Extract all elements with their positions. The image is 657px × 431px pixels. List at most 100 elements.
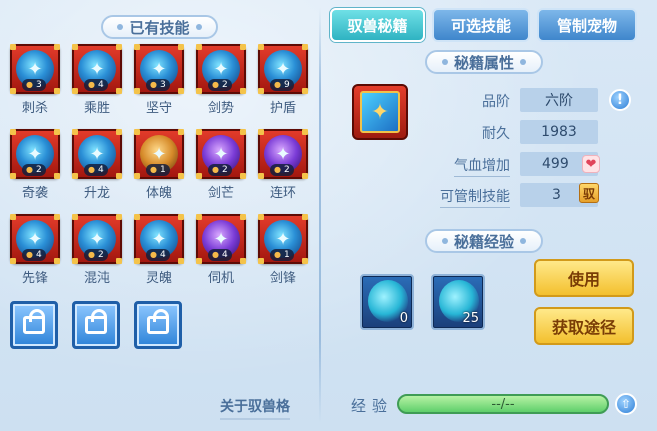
skill-label: 护盾	[269, 101, 296, 116]
frame-corner	[178, 258, 184, 264]
paw-icon: ●	[88, 80, 95, 89]
frame-corner	[196, 173, 202, 179]
experience-title: 秘籍经验	[425, 229, 543, 253]
frame-corner	[178, 129, 184, 135]
frame-corner	[134, 173, 140, 179]
skill-label: 灵魄	[145, 271, 172, 286]
tab-optional-skills[interactable]: 可选技能	[432, 8, 530, 42]
skill-item[interactable]: ✦ ● 2 剑势	[196, 44, 246, 116]
skill-frame: ✦ ● 4	[72, 129, 122, 179]
skill-frame: ✦ ● 3	[134, 44, 184, 94]
paw-icon: ●	[88, 165, 95, 174]
experience-title-text: 秘籍经验	[453, 232, 514, 251]
skill-count: 3	[35, 80, 42, 90]
skill-item[interactable]: ✦ ● 4 灵魄	[134, 214, 184, 286]
paw-icon: ●	[212, 250, 219, 259]
dot-icon	[441, 238, 448, 244]
skill-frame: ✦ ● 3	[10, 44, 60, 94]
skill-count: 1	[159, 165, 166, 175]
skill-item[interactable]: ✦ ● 4 先锋	[10, 214, 60, 286]
info-icon[interactable]: !	[609, 89, 631, 111]
dot-icon	[195, 24, 202, 30]
tab-managed-pets[interactable]: 管制宠物	[537, 8, 637, 42]
upgrade-arrow-icon[interactable]: ⇧	[615, 393, 637, 415]
skill-item[interactable]: ✦ ● 2 奇袭	[10, 129, 60, 201]
locked-slot[interactable]	[134, 301, 182, 349]
frame-corner	[178, 173, 184, 179]
frame-corner	[134, 88, 140, 94]
frame-corner	[116, 129, 122, 135]
skill-count: 3	[159, 80, 166, 90]
frame-corner	[178, 88, 184, 94]
book-emblem-icon: ✦	[360, 91, 400, 133]
skill-frame: ✦ ● 9	[258, 44, 308, 94]
skill-level-badge: ● 1	[146, 164, 170, 176]
frame-corner	[258, 173, 264, 179]
owned-skills-title-text: 已有技能	[129, 18, 190, 37]
grade-label: 品阶	[482, 94, 510, 110]
frame-corner	[240, 214, 246, 220]
skill-label: 伺机	[207, 271, 234, 286]
frame-corner	[258, 44, 264, 50]
frame-corner	[116, 88, 122, 94]
paw-icon: ●	[26, 165, 33, 174]
skill-level-badge: ● 2	[208, 164, 232, 176]
frame-corner	[240, 258, 246, 264]
skill-level-badge: ● 2	[270, 164, 294, 176]
heart-icon: ❤	[582, 155, 600, 173]
skill-label: 乘胜	[83, 101, 110, 116]
dot-icon	[441, 59, 448, 65]
exp-item-1[interactable]: 0	[360, 274, 414, 330]
frame-corner	[72, 173, 78, 179]
frame-corner	[72, 44, 78, 50]
skill-count: 9	[283, 80, 290, 90]
frame-corner	[302, 44, 308, 50]
hp-increase-label[interactable]: 气血增加	[410, 155, 510, 177]
frame-corner	[240, 88, 246, 94]
skill-item[interactable]: ✦ ● 4 乘胜	[72, 44, 122, 116]
locked-slot[interactable]	[10, 301, 58, 349]
obtain-button[interactable]: 获取途径	[534, 307, 634, 345]
exp-item-2-count: 25	[462, 311, 479, 326]
frame-corner	[302, 173, 308, 179]
use-button[interactable]: 使用	[534, 259, 634, 297]
skill-item[interactable]: ✦ ● 3 刺杀	[10, 44, 60, 116]
frame-corner	[302, 88, 308, 94]
about-link[interactable]: 关于驭兽格	[220, 396, 290, 420]
skill-count: 4	[221, 250, 228, 260]
skill-label: 剑芒	[207, 186, 234, 201]
skill-level-badge: ● 4	[146, 249, 170, 261]
frame-corner	[240, 44, 246, 50]
frame-corner	[116, 44, 122, 50]
skill-item[interactable]: ✦ ● 2 剑芒	[196, 129, 246, 201]
manageable-skills-label[interactable]: 可管制技能	[410, 186, 510, 208]
skill-level-badge: ● 1	[270, 249, 294, 261]
skill-label: 连环	[269, 186, 296, 201]
skill-frame: ✦ ● 4	[72, 44, 122, 94]
skill-item[interactable]: ✦ ● 2 连环	[258, 129, 308, 201]
tab-beast-manual[interactable]: 驭兽秘籍	[330, 8, 425, 42]
manual-book-icon: ✦	[352, 84, 408, 140]
paw-icon: ●	[212, 80, 219, 89]
exp-item-2[interactable]: 25	[431, 274, 485, 330]
skill-item[interactable]: ✦ ● 2 混沌	[72, 214, 122, 286]
skill-frame: ✦ ● 2	[196, 44, 246, 94]
paw-icon: ●	[150, 250, 157, 259]
skill-count: 2	[97, 250, 104, 260]
skill-count: 2	[35, 165, 42, 175]
skill-count: 4	[35, 250, 42, 260]
skill-label: 混沌	[83, 271, 110, 286]
dot-icon	[520, 59, 526, 65]
locked-slot[interactable]	[72, 301, 120, 349]
skill-item[interactable]: ✦ ● 1 剑锋	[258, 214, 308, 286]
skill-label: 剑锋	[269, 271, 296, 286]
skill-item[interactable]: ✦ ● 3 坚守	[134, 44, 184, 116]
frame-corner	[10, 258, 16, 264]
skill-item[interactable]: ✦ ● 9 护盾	[258, 44, 308, 116]
skill-count: 2	[221, 80, 228, 90]
skill-item[interactable]: ✦ ● 4 伺机	[196, 214, 246, 286]
skill-count: 2	[283, 165, 290, 175]
skill-label: 坚守	[145, 101, 172, 116]
skill-item[interactable]: ✦ ● 1 体魄	[134, 129, 184, 201]
skill-item[interactable]: ✦ ● 4 升龙	[72, 129, 122, 201]
